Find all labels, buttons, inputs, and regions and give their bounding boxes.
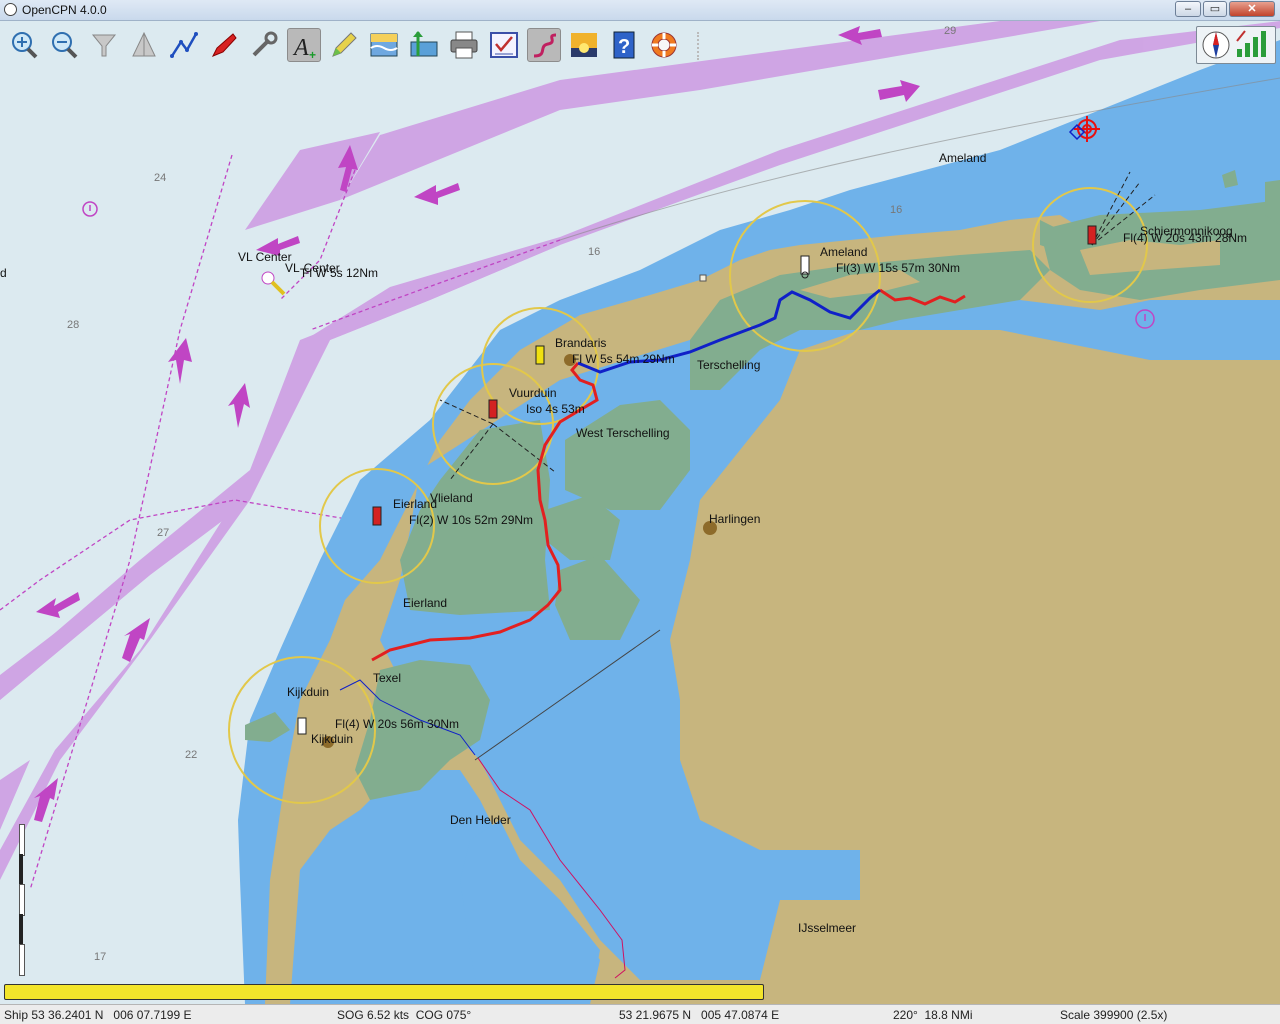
light-label: Iso 4s 53m — [526, 402, 585, 416]
route-icon — [170, 32, 198, 58]
bearing-distance: 220° 18.8 NMi — [893, 1008, 973, 1022]
light-label: Fl(4) W 20s 56m 30Nm — [335, 717, 460, 731]
mob-button[interactable] — [647, 28, 681, 62]
text-toggle-button[interactable]: A + — [287, 28, 321, 62]
help-button[interactable]: ? — [607, 28, 641, 62]
tide-button[interactable] — [367, 28, 401, 62]
checklist-icon — [490, 32, 518, 58]
place-label: Eierland — [393, 497, 438, 511]
depth-label: 22 — [185, 749, 198, 761]
depth-label: 16 — [890, 204, 903, 216]
text-a-icon: A + — [292, 35, 316, 62]
tide-icon — [370, 33, 398, 57]
current-level-button[interactable] — [407, 28, 441, 62]
depth-label: 28 — [67, 319, 80, 331]
zoom-in-button[interactable] — [7, 28, 41, 62]
chart-scale: Scale 399900 (2.5x) — [1060, 1008, 1168, 1022]
place-label: IJsselmeer — [798, 921, 857, 935]
place-label: Texel — [373, 671, 402, 685]
boat-icon — [211, 33, 237, 57]
sunset-icon — [571, 33, 597, 57]
track-button[interactable] — [207, 28, 241, 62]
place-label: Den Helder — [450, 813, 511, 827]
scale-in-button[interactable] — [87, 28, 121, 62]
status-bar: Ship 53 36.2401 N 006 07.7199 E SOG 6.52… — [0, 1004, 1280, 1024]
zoom-out-icon — [52, 32, 78, 59]
route-button[interactable] — [167, 28, 201, 62]
print-button[interactable] — [447, 28, 481, 62]
chart-canvas[interactable]: 29 24 16 16 28 27 22 17 Ameland VL Cente… — [0, 21, 1280, 1004]
chart-labels: 29 24 16 16 28 27 22 17 Ameland VL Cente… — [0, 0, 1280, 1004]
place-label: VL Center — [238, 250, 292, 264]
track-toggle-button[interactable] — [527, 28, 561, 62]
main-toolbar: A + ? — [3, 26, 703, 64]
light-label: Fl(4) W 20s 43m 28Nm — [1123, 231, 1248, 245]
printer-icon — [450, 31, 478, 59]
svg-text:?: ? — [618, 36, 630, 58]
route-manager-button[interactable] — [487, 28, 521, 62]
place-label: Harlingen — [709, 512, 761, 526]
depth-label: 27 — [157, 527, 170, 539]
current-button[interactable] — [327, 28, 361, 62]
cursor-position: 53 21.9675 N 005 47.0874 E — [619, 1008, 780, 1022]
place-label: d — [0, 266, 7, 280]
wrench-icon — [252, 31, 278, 57]
svg-text:A: A — [292, 35, 309, 61]
triangle-icon — [132, 31, 156, 57]
scale-bar — [19, 824, 25, 976]
place-label: Brandaris — [555, 336, 607, 350]
track-icon — [533, 33, 557, 58]
zoom-out-button[interactable] — [47, 28, 81, 62]
place-label: Kijkduin — [311, 732, 354, 746]
pencil-icon — [332, 32, 357, 57]
zoom-in-icon — [12, 32, 38, 59]
compass-widget[interactable] — [1196, 26, 1276, 64]
sog-cog: SOG 6.52 kts COG 075° — [337, 1008, 472, 1022]
svg-text:+: + — [309, 48, 316, 62]
depth-label: 17 — [94, 951, 107, 963]
depth-label: 16 — [588, 246, 601, 258]
settings-button[interactable] — [247, 28, 281, 62]
ship-position: Ship 53 36.2401 N 006 07.7199 E — [4, 1008, 192, 1022]
place-label: Terschelling — [697, 358, 761, 372]
light-label: Fl W 5s 54m 29Nm — [572, 352, 675, 366]
place-label: West Terschelling — [576, 426, 670, 440]
place-label: Kijkduin — [287, 685, 330, 699]
lifebuoy-icon — [651, 32, 677, 58]
place-label: Vuurduin — [509, 386, 557, 400]
color-scheme-button[interactable] — [567, 28, 601, 62]
place-label: Eierland — [403, 596, 448, 610]
light-label: Fl(3) W 15s 57m 30Nm — [836, 261, 961, 275]
light-label: Fl W 5s 12Nm — [302, 266, 379, 280]
depth-label: 24 — [154, 172, 167, 184]
light-label: Fl(2) W 10s 52m 29Nm — [409, 513, 534, 527]
chart-progress-bar — [4, 984, 764, 1000]
gps-signal-icon — [1236, 30, 1266, 57]
depth-label: 29 — [944, 25, 957, 37]
funnel-icon — [91, 34, 117, 57]
place-label: Ameland — [939, 151, 987, 165]
help-icon: ? — [613, 31, 635, 59]
toolbar-grip[interactable] — [697, 32, 705, 60]
place-label: Ameland — [820, 245, 868, 259]
current-icon — [410, 31, 438, 57]
scale-out-button[interactable] — [127, 28, 161, 62]
